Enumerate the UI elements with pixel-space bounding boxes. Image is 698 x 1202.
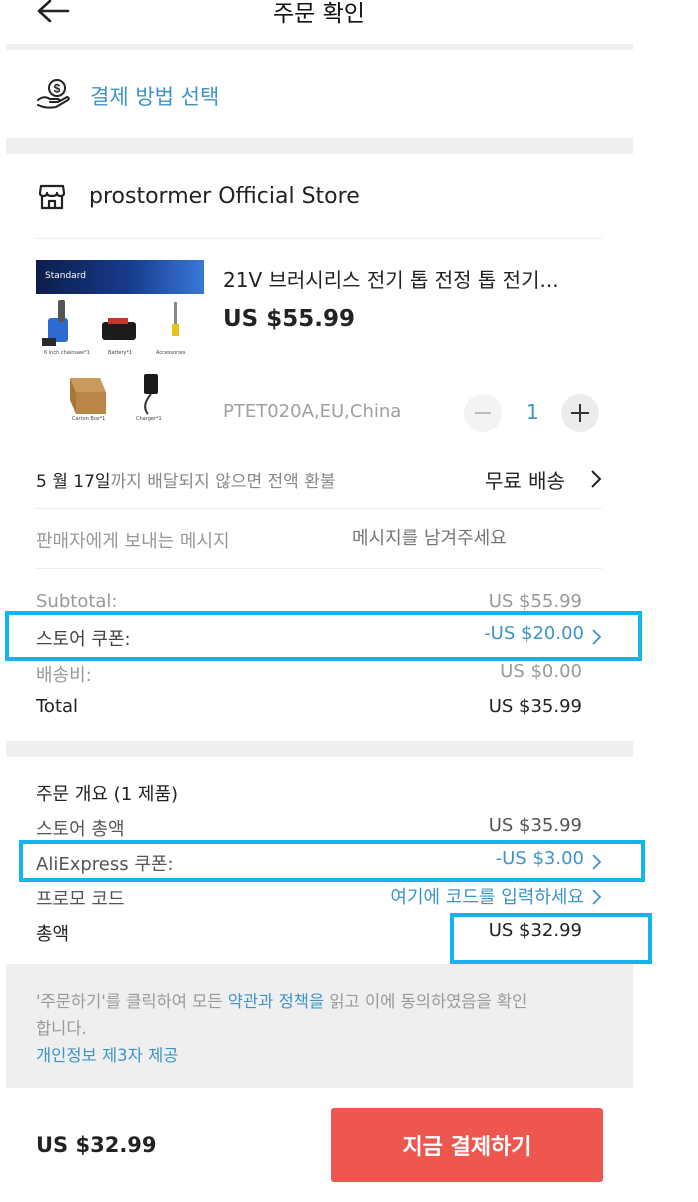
hand-coin-icon: $	[36, 78, 72, 114]
header-divider	[6, 44, 633, 50]
product-variant[interactable]: PTET020A,EU,China	[223, 401, 401, 422]
shipping-option-row[interactable]: 무료 배송	[485, 465, 605, 493]
order-confirmation-page: 주문 확인 $ 결제 방법 선택 prostormer Official Sto…	[0, 0, 652, 1202]
grand-total-label: 총액	[36, 924, 70, 945]
battery-illustration	[102, 318, 136, 340]
promo-code-input-link[interactable]: 여기에 코드를 입력하세요	[390, 887, 584, 908]
svg-text:$: $	[54, 82, 61, 96]
message-divider	[36, 568, 602, 569]
charger-illustration	[144, 374, 158, 415]
product-title[interactable]: 21V 브러시리스 전기 톱 전정 톱 전기...	[223, 264, 559, 293]
shipping-fee-label: 배송비:	[36, 665, 92, 686]
highlight-grand-total	[450, 913, 652, 964]
subtotal-label: Subtotal:	[36, 591, 118, 612]
highlight-store-coupon	[5, 611, 642, 661]
quantity-value[interactable]: 1	[526, 400, 539, 424]
accessories-illustration	[172, 302, 179, 336]
promo-code-label: 프로모 코드	[36, 889, 125, 910]
product-kit-illustration	[42, 300, 179, 415]
payment-method-row[interactable]: $ 결제 방법 선택	[36, 78, 596, 112]
product-price: US $55.99	[223, 306, 356, 332]
minus-icon	[475, 412, 491, 414]
page-title: 주문 확인	[273, 1, 365, 27]
privacy-third-party-link[interactable]: 개인정보 제3자 제공	[36, 1046, 178, 1065]
store-total-label: 스토어 총액	[36, 819, 125, 840]
delivery-divider	[36, 508, 602, 509]
store-name[interactable]: prostormer Official Store	[89, 184, 360, 209]
quantity-increase-button[interactable]	[561, 394, 599, 432]
pay-now-label: 지금 결제하기	[402, 1135, 532, 1160]
delivery-guarantee: 5 월 17일까지 배달되지 않으면 전액 환불	[36, 467, 335, 492]
quantity-decrease-button[interactable]	[464, 394, 502, 432]
terms-policy-link[interactable]: 약관과 정책을	[228, 992, 324, 1011]
total-value: US $35.99	[488, 696, 582, 717]
shipping-option-label[interactable]: 무료 배송	[485, 465, 565, 494]
footer-total: US $32.99	[36, 1133, 157, 1157]
plus-icon	[571, 404, 589, 422]
delivery-refund-text: 까지 배달되지 않으면 전액 환불	[110, 472, 336, 492]
chevron-right-icon	[591, 470, 602, 488]
store-total-value: US $35.99	[488, 815, 582, 836]
section-divider	[6, 138, 633, 154]
section-divider	[6, 741, 633, 757]
terms-section: '주문하기'를 클릭하여 모든 약관과 정책을 읽고 이에 동의하였음을 확인 …	[6, 964, 633, 1088]
product-image-banner: Standard	[36, 260, 204, 294]
promo-code-selector[interactable]: 여기에 코드를 입력하세요	[390, 883, 602, 909]
carton-box-illustration	[70, 378, 106, 414]
subtotal-value: US $55.99	[488, 591, 582, 612]
shipping-fee-value: US $0.00	[500, 661, 582, 682]
product-image[interactable]: Standard 6 inch chainsaw*1 Battery*1 Acc…	[36, 260, 204, 432]
chainsaw-illustration	[42, 300, 68, 346]
delivery-date: 5 월 17일	[36, 472, 111, 492]
terms-text: '주문하기'를 클릭하여 모든 약관과 정책을 읽고 이에 동의하였음을 확인 …	[36, 992, 528, 1065]
highlight-aliexpress-coupon	[19, 840, 645, 882]
chevron-right-icon	[592, 889, 602, 905]
store-icon	[38, 183, 66, 215]
payment-method-label[interactable]: 결제 방법 선택	[90, 81, 219, 111]
pay-now-button[interactable]: 지금 결제하기	[331, 1108, 603, 1182]
seller-message-input[interactable]	[352, 523, 602, 553]
total-label: Total	[36, 696, 79, 717]
message-label: 판매자에게 보내는 메시지	[36, 531, 230, 552]
order-overview-title: 주문 개요 (1 제품)	[36, 784, 179, 805]
store-divider	[36, 238, 602, 239]
